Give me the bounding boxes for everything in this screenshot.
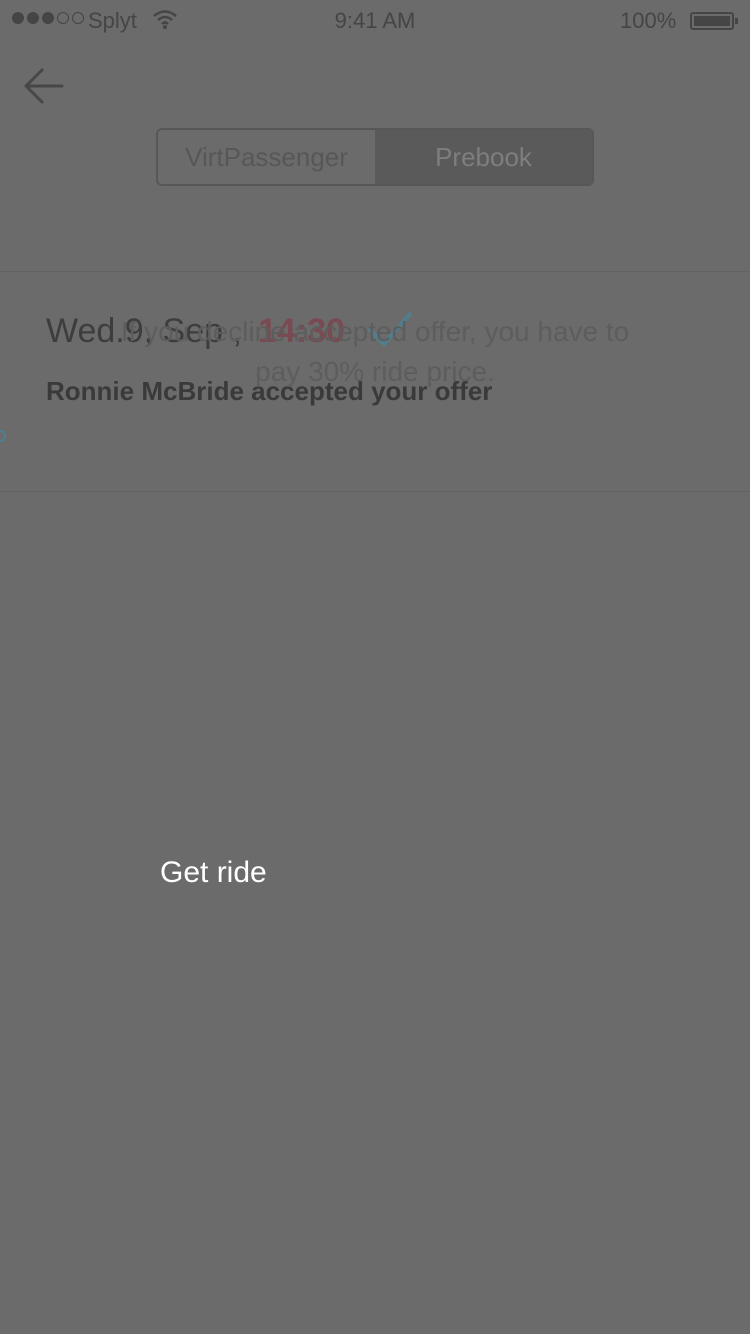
back-arrow-icon[interactable] [20, 62, 68, 110]
decline-warning: If you decline accepted offer, you have … [120, 316, 630, 387]
status-bar: Splyt 9:41 AM 100% [0, 0, 750, 42]
mode-tabs: VirtPassenger Prebook [156, 128, 594, 186]
get-ride-button[interactable]: Get ride [160, 850, 300, 896]
divider-bottom [0, 491, 750, 492]
battery-icon [690, 12, 738, 30]
tab-prebook[interactable]: Prebook [375, 130, 592, 184]
route-marker-icon [0, 430, 6, 442]
tab-virtpassenger[interactable]: VirtPassenger [158, 130, 375, 184]
divider-top [0, 271, 750, 272]
battery-percentage: 100% [620, 8, 677, 33]
